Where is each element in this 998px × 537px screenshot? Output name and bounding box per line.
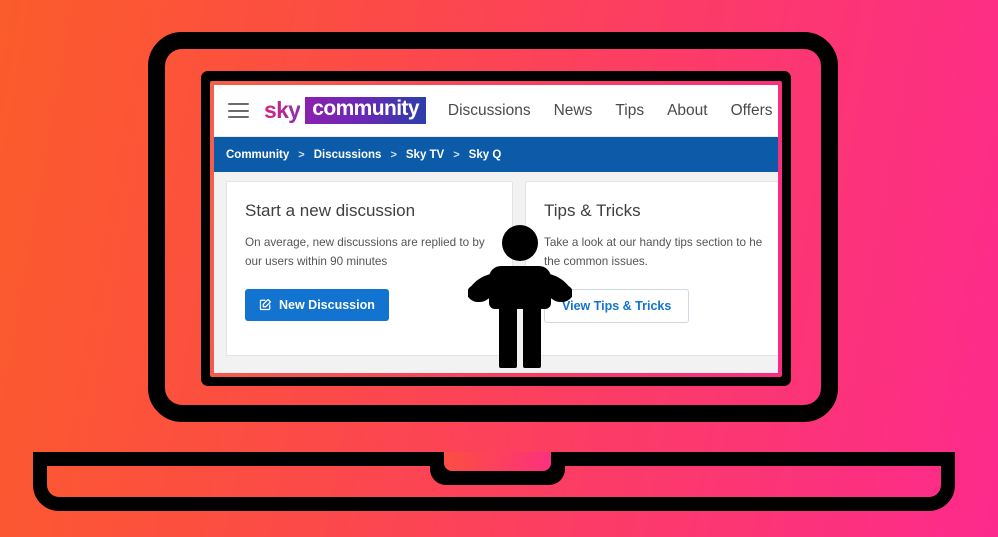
hamburger-icon[interactable] [228,103,249,118]
screen-inner-border: sky community Discussions News Tips Abou… [210,81,782,377]
laptop-base-notch-cutout [444,452,551,471]
breadcrumb-item-community[interactable]: Community [226,149,289,161]
nav-item-news[interactable]: News [554,102,593,120]
card-title: Tips & Tricks [544,201,641,220]
hamburger-bar [228,116,249,118]
card-body-line: our users within 90 minutes [245,255,388,269]
card-body: Take a look at our handy tips section to… [544,233,778,272]
browser-screen: sky community Discussions News Tips Abou… [214,85,778,373]
logo-word-sky: sky [264,97,301,123]
illustration-canvas: sky community Discussions News Tips Abou… [0,0,998,537]
site-header: sky community Discussions News Tips Abou… [214,85,778,137]
hamburger-bar [228,103,249,105]
card-body: On average, new discussions are replied … [245,233,494,272]
laptop-screen-bezel: sky community Discussions News Tips Abou… [201,71,791,386]
card-start-new-discussion: Start a new discussion On average, new d… [226,181,513,356]
main-navigation: Discussions News Tips About Offers [448,102,773,120]
breadcrumb-separator: > [390,148,397,161]
breadcrumb-item-discussions[interactable]: Discussions [314,149,382,161]
compose-icon [259,299,272,311]
view-tips-and-tricks-button-label: View Tips & Tricks [562,298,672,313]
nav-item-tips[interactable]: Tips [615,102,644,120]
nav-item-offers[interactable]: Offers [731,102,773,120]
card-body-line: the common issues. [544,255,648,269]
view-tips-and-tricks-button[interactable]: View Tips & Tricks [544,288,690,323]
nav-item-discussions[interactable]: Discussions [448,102,531,120]
hamburger-bar [228,109,249,112]
card-tips-and-tricks: Tips & Tricks Take a look at our handy t… [525,181,778,356]
breadcrumb-item-sky-q[interactable]: Sky Q [469,149,502,161]
breadcrumb-item-sky-tv[interactable]: Sky TV [406,149,444,161]
nav-item-about[interactable]: About [667,102,708,120]
logo-word-community: community [305,97,426,124]
card-body-line: Take a look at our handy tips section to… [544,236,763,249]
breadcrumb-separator: > [453,148,460,161]
breadcrumb: Community > Discussions > Sky TV > Sky Q [214,137,778,172]
breadcrumb-separator: > [298,148,305,161]
card-body-line: On average, new discussions are replied … [245,236,485,249]
page-body: Start a new discussion On average, new d… [214,172,778,373]
new-discussion-button-label: New Discussion [279,297,375,312]
sky-community-logo[interactable]: sky community [264,97,426,124]
cards-row: Start a new discussion On average, new d… [214,181,778,356]
new-discussion-button[interactable]: New Discussion [245,288,389,321]
card-title: Start a new discussion [245,201,416,220]
